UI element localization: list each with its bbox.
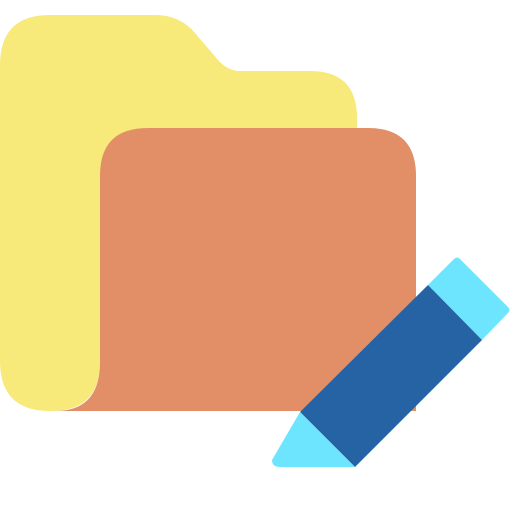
edit-folder-icon xyxy=(0,15,510,467)
icon-canvas xyxy=(0,0,512,512)
